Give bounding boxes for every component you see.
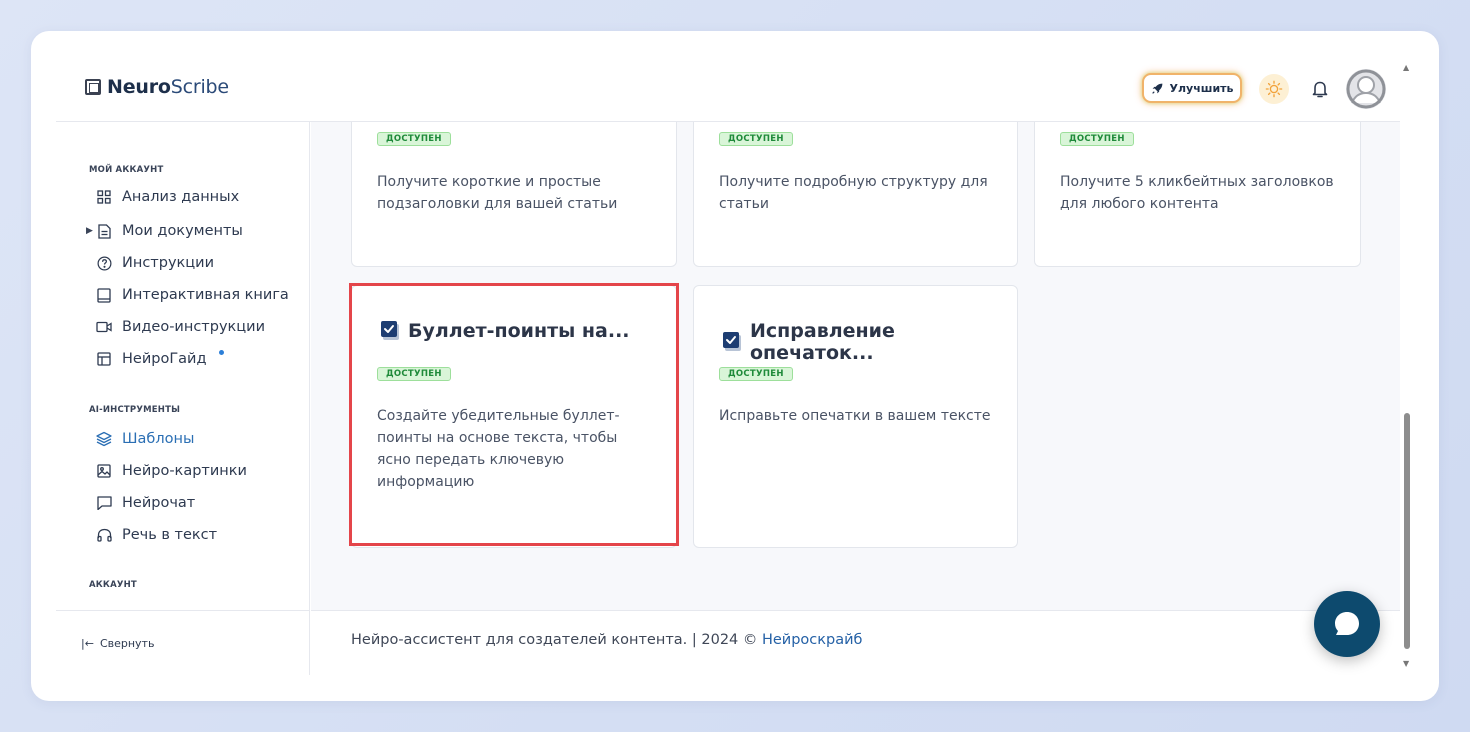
sidebar-item-speech-to-text[interactable]: Речь в текст xyxy=(96,527,217,543)
highlight-frame xyxy=(349,283,679,546)
section-title-my-account: МОЙ АККАУНТ xyxy=(89,165,164,175)
sidebar-item-label: Речь в текст xyxy=(122,527,218,543)
document-icon xyxy=(96,223,112,239)
image-icon xyxy=(96,463,112,479)
logo-icon xyxy=(85,79,101,95)
sidebar-item-instructions[interactable]: Инструкции xyxy=(96,255,214,271)
chat-bubble-icon xyxy=(1335,612,1359,635)
main-content: ДОСТУПЕН Получите короткие и простые под… xyxy=(311,122,1400,675)
sidebar-item-interactive-book[interactable]: Интерактивная книга xyxy=(96,287,289,303)
rocket-icon xyxy=(1151,83,1162,94)
page-footer: Нейро-ассистент для создателей контента.… xyxy=(311,610,1400,675)
upgrade-button[interactable]: Улучшить xyxy=(1142,73,1242,103)
top-header: NeuroScribe Улучшить xyxy=(56,31,1400,122)
chat-icon xyxy=(96,495,112,511)
sidebar-item-label: Мои документы xyxy=(122,223,243,239)
sidebar-item-label: Анализ данных xyxy=(122,189,240,205)
expand-caret-icon[interactable]: ▶ xyxy=(86,226,93,236)
sidebar-item-label: Интерактивная книга xyxy=(122,287,289,303)
sidebar: МОЙ АККАУНТ Анализ данных ▶ Мои документ… xyxy=(56,122,310,675)
logo-text: NeuroScribe xyxy=(107,76,229,98)
sun-icon xyxy=(1265,80,1283,98)
card-description: Исправьте опечатки в вашем тексте xyxy=(719,408,991,424)
sidebar-item-video-instructions[interactable]: Видео-инструкции xyxy=(96,319,265,335)
sidebar-item-neurochat[interactable]: Нейрочат xyxy=(96,495,195,511)
status-badge: ДОСТУПЕН xyxy=(719,132,793,146)
sidebar-item-data-analysis[interactable]: Анализ данных xyxy=(96,189,239,205)
theme-toggle-button[interactable] xyxy=(1259,74,1289,104)
sidebar-item-label: Видео-инструкции xyxy=(122,319,266,335)
collapse-label: Свернуть xyxy=(99,637,155,650)
card-title: Исправление опечаток... xyxy=(722,320,1017,364)
table-icon xyxy=(96,351,112,367)
app-window: NeuroScribe Улучшить МОЙ АККАУНТ Анализ … xyxy=(31,31,1439,701)
sidebar-item-label: Инструкции xyxy=(122,255,215,271)
status-badge: ДОСТУПЕН xyxy=(377,132,451,146)
footer-text: Нейро-ассистент для создателей контента.… xyxy=(351,632,863,648)
scrollbar[interactable]: ▲ ▼ xyxy=(1400,55,1414,675)
template-card[interactable]: ДОСТУПЕН Получите короткие и простые под… xyxy=(351,122,677,267)
section-title-ai-tools: AI-ИНСТРУМЕНТЫ xyxy=(89,405,181,415)
card-description: Получите короткие и простые подзаголовки… xyxy=(377,174,618,212)
help-circle-icon xyxy=(96,255,112,271)
book-icon xyxy=(96,287,112,303)
collapse-arrow-icon: |← xyxy=(81,637,94,650)
card-description: Получите подробную структуру для статьи xyxy=(719,174,988,212)
chat-widget-button[interactable] xyxy=(1314,591,1380,657)
upgrade-label: Улучшить xyxy=(1169,81,1234,95)
status-badge: ДОСТУПЕН xyxy=(1060,132,1134,146)
scroll-up-icon[interactable]: ▲ xyxy=(1403,63,1409,72)
headphones-icon xyxy=(96,527,112,543)
status-badge: ДОСТУПЕН xyxy=(719,367,793,381)
sidebar-item-label: Шаблоны xyxy=(122,431,195,447)
sidebar-item-label: НейроГайд xyxy=(122,351,207,367)
sidebar-footer: |← Свернуть xyxy=(56,610,310,675)
scroll-down-icon[interactable]: ▼ xyxy=(1403,659,1409,668)
section-title-account: АККАУНТ xyxy=(89,580,137,590)
logo[interactable]: NeuroScribe xyxy=(85,76,229,98)
grid-icon xyxy=(96,189,112,205)
sidebar-item-neuro-images[interactable]: Нейро-картинки xyxy=(96,463,247,479)
footer-link[interactable]: Нейроскрайб xyxy=(762,632,863,648)
bell-icon[interactable] xyxy=(1308,77,1332,101)
sidebar-item-label: Нейро-картинки xyxy=(122,463,247,479)
sidebar-item-label: Нейрочат xyxy=(122,495,196,511)
template-card[interactable]: ДОСТУПЕН Получите подробную структуру дл… xyxy=(693,122,1018,267)
new-indicator-dot xyxy=(218,349,224,355)
template-card-typo-fix[interactable]: Исправление опечаток... ДОСТУПЕН Исправь… xyxy=(693,285,1018,548)
sidebar-item-my-documents[interactable]: Мои документы xyxy=(96,223,243,239)
sidebar-item-templates[interactable]: Шаблоны xyxy=(96,431,194,447)
scroll-thumb[interactable] xyxy=(1404,413,1410,649)
layers-icon xyxy=(96,431,112,447)
sidebar-item-neuroguide[interactable]: НейроГайд xyxy=(96,349,224,367)
collapse-button[interactable]: |← Свернуть xyxy=(81,637,154,650)
user-icon xyxy=(1346,69,1386,109)
video-icon xyxy=(96,319,112,335)
checkbox-icon xyxy=(722,331,742,353)
user-avatar[interactable] xyxy=(1346,69,1386,109)
card-description: Получите 5 кликбейтных заголовков для лю… xyxy=(1060,174,1334,212)
template-card[interactable]: ДОСТУПЕН Получите 5 кликбейтных заголовк… xyxy=(1034,122,1361,267)
